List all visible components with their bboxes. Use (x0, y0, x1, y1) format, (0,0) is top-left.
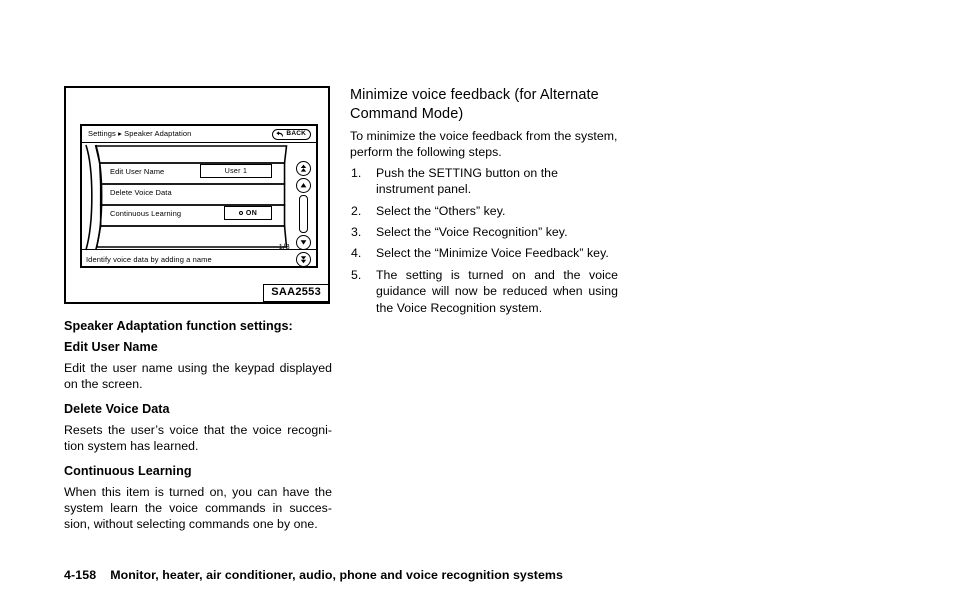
right-column-heading: Minimize voice feedback (for Alternate C… (350, 87, 599, 122)
manual-page: Settings ▸ Speaker Adaptation BACK Edit … (0, 0, 954, 608)
steps-list: 1. Push the SETTING button on the instru… (350, 165, 618, 316)
section-heading-delete-voice-data: Delete Voice Data (64, 401, 170, 416)
list-perspective-outline (85, 144, 288, 251)
section-heading-edit-user-name: Edit User Name (64, 340, 158, 354)
back-arrow-icon (276, 130, 284, 137)
step-number: 1. (351, 165, 362, 180)
row-label-continuous-learning: Continuous Learning (110, 209, 182, 218)
scrollbar-thumb[interactable] (299, 195, 308, 233)
step-number: 5. (351, 267, 362, 282)
step-text: Select the “Minimize Voice Feedback” key… (376, 246, 609, 261)
page-footer: 4-158 Monitor, heater, air conditioner, … (64, 568, 563, 582)
right-column-intro: To minimize the voice feedback from the … (350, 129, 618, 160)
row-label-edit-user-name: Edit User Name (110, 167, 165, 176)
step-item: 5. The setting is turned on and the voic… (350, 267, 618, 316)
step-item: 2. Select the “Others” key. (350, 203, 618, 219)
back-button[interactable]: BACK (272, 128, 311, 140)
right-column: Minimize voice feedback (for Alternate C… (350, 86, 618, 321)
scroll-up-icon[interactable] (296, 178, 311, 193)
nav-screen-illustration: Settings ▸ Speaker Adaptation BACK Edit … (80, 124, 318, 268)
step-text: Select the “Others” key. (376, 203, 506, 218)
screen-list-area: Edit User Name User 1 Delete Voice Data … (82, 143, 316, 267)
step-text: Select the “Voice Recognition” key. (376, 225, 568, 240)
back-button-label: BACK (286, 130, 306, 137)
toggle-indicator-icon (238, 211, 243, 215)
row-value-user-name-text: User 1 (224, 167, 248, 175)
step-item: 3. Select the “Voice Recognition” key. (350, 224, 618, 240)
screen-title: Settings ▸ Speaker Adaptation (88, 129, 192, 138)
step-number: 2. (351, 203, 362, 218)
step-text: Push the SETTING button on the instrumen… (376, 165, 558, 197)
continuous-learning-toggle-label: ON (245, 209, 258, 217)
screen-status-text: Identify voice data by adding a name (86, 255, 212, 264)
footer-title: Monitor, heater, air conditioner, audio,… (110, 568, 563, 582)
section-body-edit-user-name: Edit the user name using the keypad disp… (64, 361, 332, 392)
left-column-heading: Speaker Adaptation function settings: (64, 319, 293, 333)
step-number: 3. (351, 225, 362, 240)
step-item: 1. Push the SETTING button on the instru… (350, 165, 618, 198)
footer-page-number: 4-158 (64, 568, 97, 582)
row-label-delete-voice-data: Delete Voice Data (110, 188, 172, 197)
scroll-down-icon[interactable] (296, 235, 311, 250)
step-item: 4. Select the “Minimize Voice Feedback” … (350, 245, 618, 261)
row-value-user-name[interactable]: User 1 (200, 164, 272, 178)
section-body-delete-voice-data: Resets the user’s voice that the voice r… (64, 422, 332, 454)
figure-frame: Settings ▸ Speaker Adaptation BACK Edit … (64, 86, 330, 304)
page-up-icon[interactable] (296, 161, 311, 176)
left-column: Settings ▸ Speaker Adaptation BACK Edit … (64, 86, 332, 533)
section-heading-continuous-learning: Continuous Learning (64, 463, 192, 478)
step-text: The setting is turned on and the voice g… (376, 267, 618, 315)
step-number: 4. (351, 246, 362, 261)
figure-caption: SAA2553 (263, 284, 329, 302)
continuous-learning-toggle[interactable]: ON (224, 206, 272, 220)
section-body-continuous-learning: When this item is turned on, you can hav… (64, 484, 332, 532)
